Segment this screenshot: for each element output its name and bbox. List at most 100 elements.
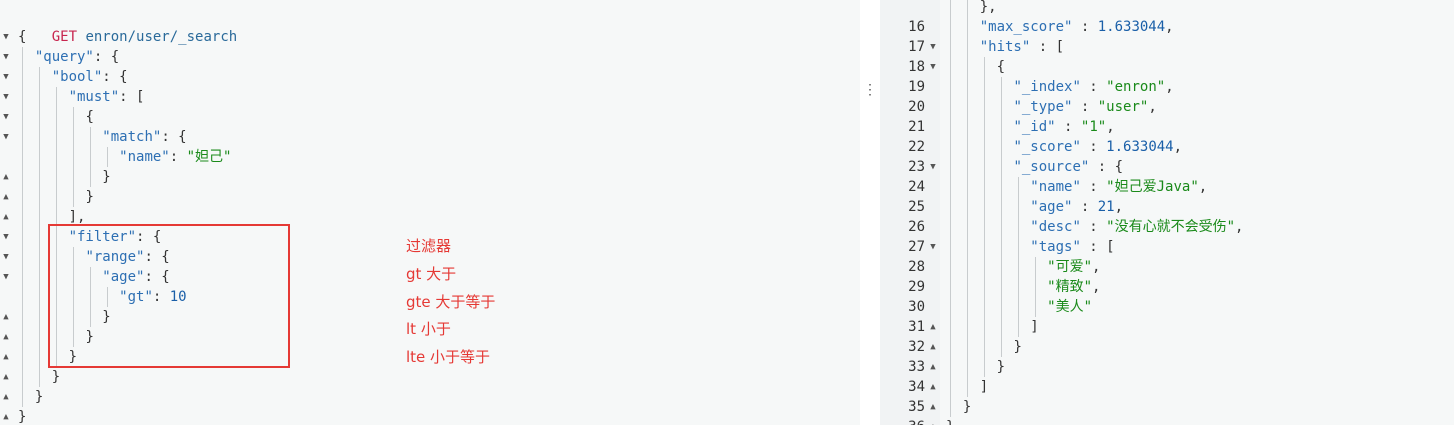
- fold-toggle-icon[interactable]: ▼: [0, 27, 12, 47]
- unfold-marker-icon[interactable]: ▲: [927, 317, 939, 337]
- line-number: 28: [908, 259, 925, 275]
- response-code-line: "desc" : "没有心就不会受伤",: [1030, 217, 1243, 237]
- code-token: ,: [1235, 219, 1244, 235]
- gutter-spacer: [927, 117, 939, 137]
- code-token: :: [169, 149, 187, 165]
- code-token: :: [1072, 19, 1098, 35]
- code-token: "_type": [1013, 99, 1073, 115]
- code-token: {: [18, 29, 27, 45]
- response-code-line: "name" : "妲己爱Java",: [1030, 177, 1207, 197]
- code-token: : [: [1030, 39, 1065, 55]
- request-line[interactable]: GET enron/user/_search: [18, 7, 237, 45]
- line-number: 19: [908, 79, 925, 95]
- fold-toggle-icon[interactable]: ▼: [0, 227, 12, 247]
- unfold-marker-icon[interactable]: ▲: [0, 347, 12, 367]
- query-editor-pane[interactable]: GET enron/user/_search ▼{▼ "query": {▼ "bo…: [0, 0, 860, 425]
- code-token: "hits": [979, 39, 1031, 55]
- fold-toggle-icon[interactable]: ▼: [0, 267, 12, 287]
- unfold-marker-icon[interactable]: ▲: [0, 167, 12, 187]
- code-line: }: [35, 387, 43, 407]
- code-token: }: [34, 389, 44, 405]
- indent-guide: [983, 57, 985, 377]
- line-number: 24: [908, 179, 925, 195]
- code-token: "_score": [1013, 139, 1081, 155]
- code-token: : {: [102, 69, 128, 85]
- code-token: "可爱": [1047, 259, 1093, 275]
- fold-toggle-icon[interactable]: ▼: [0, 87, 12, 107]
- gutter-spacer: [927, 77, 939, 97]
- fold-toggle-icon[interactable]: ▼: [0, 107, 12, 127]
- fold-toggle-icon[interactable]: ▼: [927, 57, 939, 77]
- fold-toggle-icon[interactable]: ▼: [927, 237, 939, 257]
- code-token: "妲己": [186, 149, 232, 165]
- code-token: "match": [102, 129, 162, 145]
- code-line: }: [52, 367, 60, 387]
- unfold-marker-icon[interactable]: ▲: [0, 327, 12, 347]
- response-code-line: }: [1013, 337, 1021, 357]
- indent-guide: [39, 67, 41, 387]
- line-number: 27: [908, 239, 925, 255]
- unfold-marker-icon[interactable]: ▲: [927, 397, 939, 417]
- vertical-ellipsis-icon[interactable]: ⋮: [862, 80, 878, 100]
- unfold-marker-icon[interactable]: ▲: [927, 417, 939, 425]
- indent-guide: [967, 0, 969, 397]
- code-token: :: [1080, 79, 1107, 95]
- unfold-marker-icon[interactable]: ▲: [0, 187, 12, 207]
- line-number: [880, 0, 925, 17]
- request-method: GET: [51, 29, 78, 45]
- code-token: "tags": [1030, 239, 1081, 255]
- gutter-spacer: [927, 257, 939, 277]
- line-number: 33: [908, 359, 925, 375]
- code-token: "enron": [1106, 79, 1166, 95]
- unfold-marker-icon[interactable]: ▲: [0, 407, 12, 425]
- gutter-spacer: [927, 17, 939, 37]
- fold-toggle-icon[interactable]: ▼: [927, 157, 939, 177]
- code-token: ]: [1030, 319, 1039, 335]
- fold-toggle-icon[interactable]: ▼: [0, 47, 12, 67]
- code-token: "age": [1030, 199, 1073, 215]
- gutter-spacer: [927, 0, 939, 17]
- code-token: "_index": [1013, 79, 1081, 95]
- response-code-line: "美人": [1047, 297, 1092, 317]
- unfold-marker-icon[interactable]: ▲: [0, 387, 12, 407]
- unfold-marker-icon[interactable]: ▲: [927, 337, 939, 357]
- code-line: "must": [: [69, 87, 145, 107]
- code-token: :: [1080, 219, 1107, 235]
- annotation-lt: lt 小于: [406, 320, 451, 338]
- filter-highlight-box: [48, 224, 290, 368]
- line-number: 26: [908, 219, 925, 235]
- unfold-marker-icon[interactable]: ▲: [0, 207, 12, 227]
- response-code-line: "_score" : 1.633044,: [1013, 137, 1182, 157]
- code-token: ,: [1173, 139, 1183, 155]
- code-token: :: [1072, 99, 1098, 115]
- code-token: : [: [1080, 239, 1115, 255]
- code-line: {: [85, 107, 93, 127]
- fold-toggle-icon[interactable]: ▼: [0, 67, 12, 87]
- unfold-marker-icon[interactable]: ▲: [927, 357, 939, 377]
- gutter-spacer: [927, 277, 939, 297]
- code-token: "must": [68, 89, 120, 105]
- code-token: 1.633044: [1097, 19, 1166, 35]
- code-token: }: [18, 409, 27, 425]
- code-line: "match": {: [102, 127, 186, 147]
- code-token: :: [1055, 119, 1081, 135]
- code-line: }: [85, 187, 93, 207]
- fold-toggle-icon[interactable]: ▼: [0, 247, 12, 267]
- code-token: }: [102, 169, 111, 185]
- code-token: ,: [1165, 19, 1174, 35]
- gutter-spacer: [0, 287, 12, 307]
- unfold-marker-icon[interactable]: ▲: [0, 307, 12, 327]
- gutter-spacer: [0, 147, 12, 167]
- fold-toggle-icon[interactable]: ▼: [0, 127, 12, 147]
- line-number: 21: [908, 119, 925, 135]
- annotation-filter: 过滤器: [406, 237, 452, 255]
- code-token: ,: [1114, 199, 1124, 215]
- annotation-lte: lte 小于等于: [406, 348, 491, 366]
- unfold-marker-icon[interactable]: ▲: [927, 377, 939, 397]
- response-code-line: ]: [980, 377, 988, 397]
- fold-toggle-icon[interactable]: ▼: [927, 37, 939, 57]
- unfold-marker-icon[interactable]: ▲: [0, 367, 12, 387]
- line-number: 20: [908, 99, 925, 115]
- response-viewer-pane[interactable]: }, 16 "max_score" : 1.633044, 17 ▼ "hits" : […: [880, 0, 1454, 425]
- annotation-gte: gte 大于等于: [406, 293, 496, 311]
